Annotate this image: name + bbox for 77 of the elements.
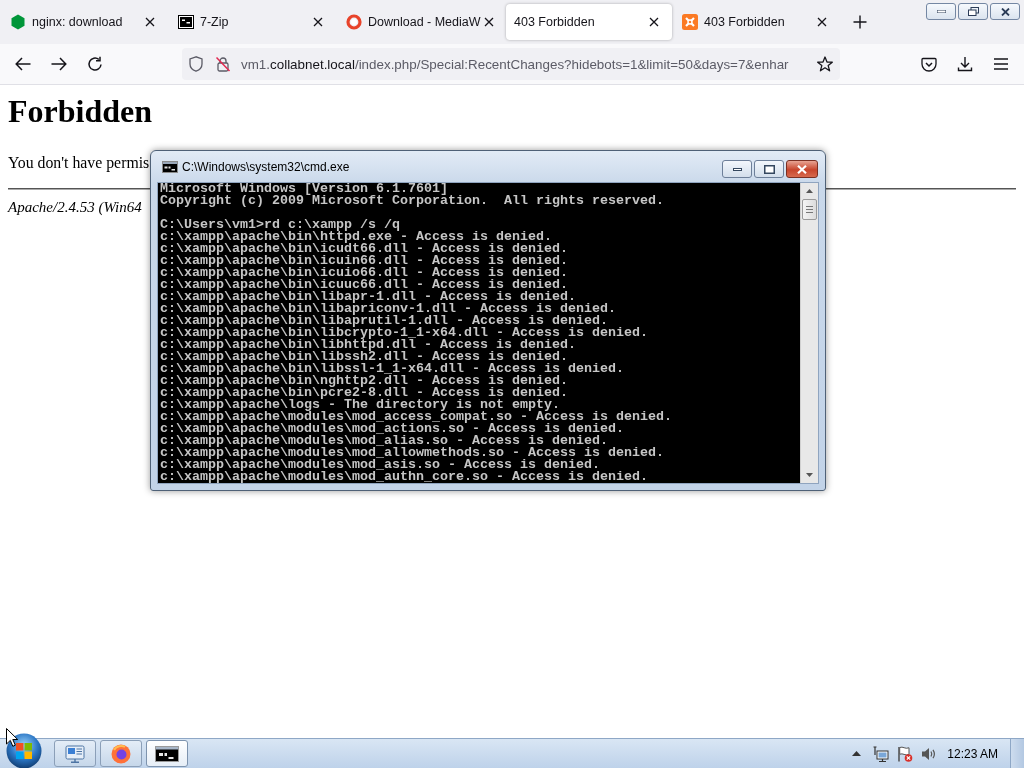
maximize-icon [763, 164, 775, 174]
square-tile-icon [178, 15, 194, 29]
terminal-icon [155, 745, 179, 762]
scroll-down-icon[interactable] [806, 473, 813, 477]
console-line: c:\xampp\apache\bin\libcrypto-1_1-x64.dll - Access is denied. [160, 327, 649, 339]
speaker-icon[interactable] [921, 746, 938, 761]
ring-icon [346, 14, 362, 30]
console-line: c:\xampp\apache\bin\icuio66.dll - Access is denied. [160, 267, 569, 279]
minimize-button[interactable] [722, 160, 752, 178]
console-line: c:\xampp\apache\bin\icuuc66.dll - Access is denied. [160, 279, 568, 291]
caret-up-icon[interactable] [852, 751, 862, 756]
console-line: c:\xampp\apache\modules\mod_alias.so - Access is denied. [160, 435, 608, 447]
console-line: c:\xampp\apache\bin\libssl-1_1-x64.dll - Access is denied. [160, 363, 625, 375]
console-line: Copyright (c) 2009 Microsoft Corporation. All rights reserved. [160, 195, 665, 207]
star-icon[interactable] [817, 56, 833, 72]
page-heading: Forbidden [8, 93, 153, 130]
scrollbar-thumb[interactable] [802, 199, 817, 220]
network-icon[interactable] [873, 745, 890, 762]
console-line: c:\xampp\apache\bin\icudt66.dll - Access is denied. [160, 243, 569, 255]
console-line: c:\xampp\apache\logs - The directory is not empty. [160, 399, 560, 411]
clock[interactable]: 12:23 AM [947, 746, 998, 761]
scroll-up-icon[interactable] [806, 189, 813, 193]
minimize-icon [732, 167, 742, 171]
window-title: C:\Windows\system32\cmd.exe [182, 159, 350, 174]
download-icon [957, 56, 973, 72]
console-line: c:\xampp\apache\modules\mod_actions.so - Access is denied. [160, 423, 625, 435]
menu-icon [993, 58, 1009, 70]
cross-tile-icon [682, 14, 698, 30]
restore-icon [967, 7, 979, 16]
maximize-button[interactable] [754, 160, 784, 178]
address-field[interactable]: vm1.collabnet.local/index.php/Special:RecentChanges?hidebots=1&limit=50&days=7&enhar [182, 48, 840, 80]
console-line: c:\xampp\apache\bin\pcre2-8.dll - Access is denied. [160, 387, 569, 399]
round-logo-icon [111, 743, 131, 764]
close-icon[interactable] [483, 17, 494, 27]
console-line: c:\xampp\apache\bin\nghttp2.dll - Access is denied. [160, 375, 569, 387]
console-line: C:\Users\vm1>rd c:\xampp /s /q [160, 219, 401, 231]
console-line: c:\xampp\apache\bin\libssh2.dll - Access is denied. [160, 351, 568, 363]
flag-alert-icon[interactable] [897, 745, 914, 762]
console-line: c:\xampp\apache\bin\libhttpd.dll - Access is denied. [160, 339, 577, 351]
close-icon[interactable] [145, 17, 155, 27]
close-icon [1000, 7, 1010, 16]
close-button[interactable] [990, 3, 1020, 20]
close-icon[interactable] [649, 17, 659, 27]
console-line: c:\xampp\apache\modules\mod_asis.so - Access is denied. [160, 459, 600, 471]
close-icon[interactable] [313, 17, 323, 27]
error-message: You don't have permis [8, 154, 150, 172]
close-icon [797, 164, 807, 174]
restore-button[interactable] [958, 3, 988, 20]
back-icon [15, 57, 31, 71]
close-button[interactable] [786, 160, 818, 178]
lock-icon [215, 56, 231, 72]
shield-icon [189, 56, 203, 72]
close-icon[interactable] [817, 17, 827, 27]
console-line: c:\xampp\apache\bin\libaprutil-1.dll - Access is denied. [160, 315, 608, 327]
console-line: c:\xampp\apache\modules\mod_authn_core.so - Access is denied. [160, 471, 649, 483]
terminal-icon [162, 160, 178, 173]
tab[interactable]: 7-Zip [170, 4, 336, 40]
reload-icon [87, 56, 103, 72]
hexagon-icon [10, 14, 26, 30]
tab[interactable]: Download - MediaW [338, 4, 504, 40]
console-line: c:\xampp\apache\bin\libapriconv-1.dll - Access is denied. [160, 303, 617, 315]
console-line: c:\xampp\apache\modules\mod_access_compat.so - Access is denied. [160, 411, 673, 423]
console-line: c:\xampp\apache\bin\libapr-1.dll - Access is denied. [160, 291, 576, 303]
scrollbar-track[interactable] [800, 183, 818, 483]
tab[interactable]: 403 Forbidden [506, 4, 672, 40]
taskbar-button[interactable] [146, 740, 188, 767]
console-line: c:\xampp\apache\bin\httpd.exe - Access is denied. [160, 231, 552, 243]
server-signature: Apache/2.4.53 (Win64 [8, 199, 142, 216]
pocket-icon [921, 56, 937, 72]
console-line: c:\xampp\apache\modules\mod_allowmethods.so - Access is denied. [160, 447, 665, 459]
console-line: c:\xampp\apache\bin\icuin66.dll - Access is denied. [160, 255, 569, 267]
tab[interactable]: nginx: download [2, 4, 168, 40]
minimize-icon [936, 10, 946, 13]
monitor-icon [65, 744, 85, 763]
forward-icon [51, 57, 67, 71]
plus-icon[interactable] [853, 15, 867, 29]
tab[interactable]: 403 Forbidden [674, 4, 840, 40]
